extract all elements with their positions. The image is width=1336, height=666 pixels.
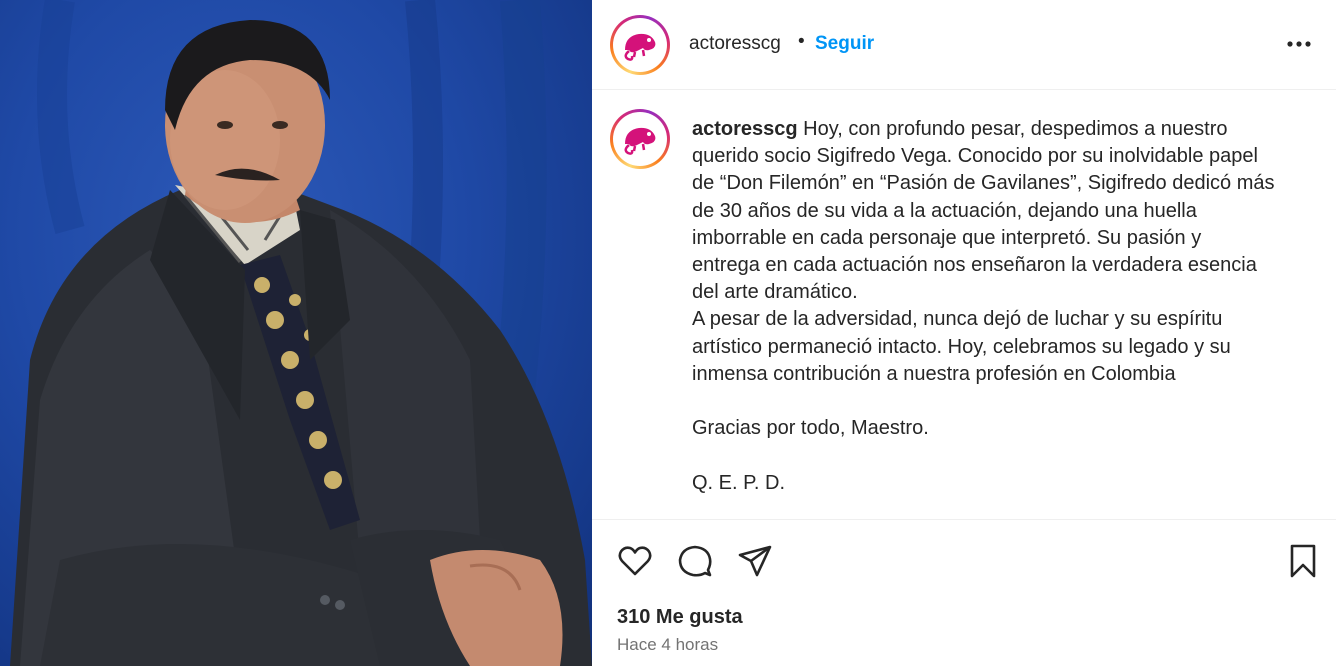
header-username[interactable]: actoresscg xyxy=(689,33,781,55)
chameleon-logo-icon xyxy=(624,33,656,61)
caption-area: actoresscg Hoy, con profundo pesar, desp… xyxy=(592,90,1336,520)
caption-line: inmensa contribución a nuestra profesión… xyxy=(692,362,1176,385)
chameleon-logo-icon xyxy=(624,127,656,155)
caption-line: de “Don Filemón” en “Pasión de Gavilanes… xyxy=(692,172,1275,195)
caption-text: actoresscg Hoy, con profundo pesar, desp… xyxy=(692,116,1312,497)
caption-username[interactable]: actoresscg xyxy=(692,118,798,140)
caption-line: imborrable en cada personaje que interpr… xyxy=(692,226,1202,249)
comment-icon[interactable] xyxy=(676,542,714,580)
post-timestamp[interactable]: Hace 4 horas xyxy=(617,635,718,655)
post-actions: 310 Me gusta Hace 4 horas xyxy=(592,520,1336,666)
caption-line: A pesar de la adversidad, nunca dejó de … xyxy=(692,308,1223,331)
caption-line: artístico permaneció intacto. Hoy, celeb… xyxy=(692,335,1231,358)
post-photo[interactable] xyxy=(0,0,592,666)
caption-line: Q. E. P. D. xyxy=(692,471,785,494)
send-icon[interactable] xyxy=(736,542,774,580)
caption-line: del arte dramático. xyxy=(692,281,858,304)
likes-count[interactable]: 310 Me gusta xyxy=(617,606,743,629)
separator-dot: • xyxy=(798,31,805,52)
caption-first-line: actoresscg Hoy, con profundo pesar, desp… xyxy=(692,116,1312,143)
bookmark-icon[interactable] xyxy=(1284,542,1322,580)
heart-icon[interactable] xyxy=(616,542,654,580)
more-options-icon[interactable] xyxy=(1284,34,1314,54)
post-header: actoresscg • Seguir xyxy=(592,0,1336,90)
post-details-panel: actoresscg • Seguir actoresscg Hoy, con … xyxy=(592,0,1336,666)
caption-line: querido socio Sigifredo Vega. Conocido p… xyxy=(692,145,1258,168)
caption-line: Gracias por todo, Maestro. xyxy=(692,417,929,440)
profile-avatar[interactable] xyxy=(610,15,670,75)
caption-line: de 30 años de su vida a la actuación, de… xyxy=(692,199,1197,222)
portrait-photo xyxy=(10,0,592,666)
caption-line: entrega en cada actuación nos enseñaron … xyxy=(692,254,1257,277)
follow-button[interactable]: Seguir xyxy=(815,33,874,55)
caption-line: Hoy, con profundo pesar, despedimos a nu… xyxy=(797,118,1228,140)
caption-avatar[interactable] xyxy=(610,109,670,169)
